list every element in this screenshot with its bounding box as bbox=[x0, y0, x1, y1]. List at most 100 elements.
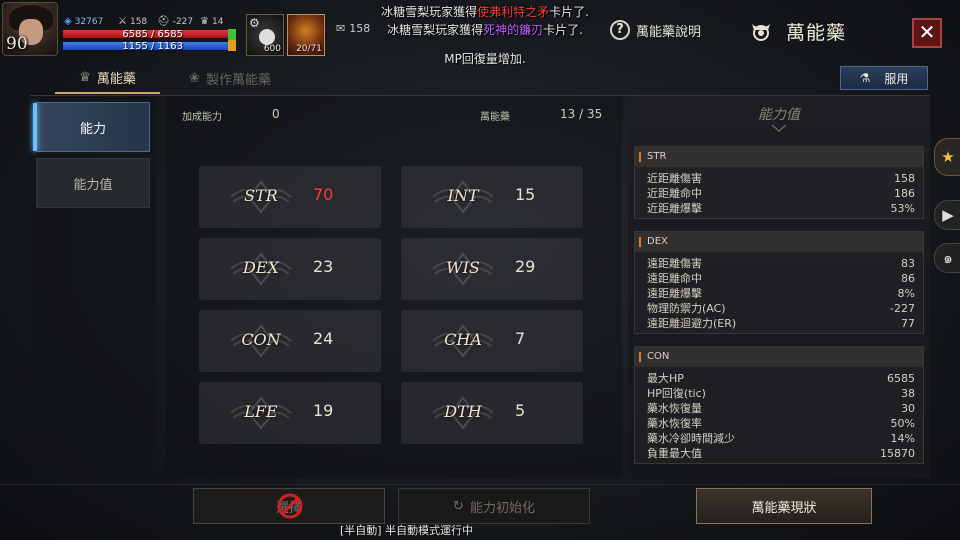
ornament-icon bbox=[772, 124, 786, 132]
stat-row-value: 50% bbox=[890, 417, 915, 430]
gear-icon[interactable]: ⚙ bbox=[249, 16, 260, 30]
favorite-star-icon[interactable]: ★ bbox=[934, 138, 960, 176]
character-level: 90 bbox=[6, 34, 28, 54]
stat-row-value: 77 bbox=[901, 317, 915, 330]
stats-detail-title: 能力值 bbox=[758, 107, 800, 123]
reset-ability-button[interactable]: ↻ 能力初始化 bbox=[398, 488, 590, 524]
trophy-value: 14 bbox=[211, 16, 224, 27]
hp-bar: 6585 / 6585 bbox=[62, 29, 234, 40]
sword-icon: ⚔ bbox=[118, 16, 127, 27]
section-heading: STR bbox=[635, 147, 923, 167]
stat-value: 5 bbox=[515, 401, 526, 420]
flask-icon: ⚗ bbox=[859, 71, 871, 85]
stat-row: 物理防禦力(AC) -227 bbox=[647, 301, 915, 316]
quick-slot-potion[interactable]: ⚙ 600 bbox=[246, 14, 284, 56]
stat-row-label: 遠距離命中 bbox=[647, 272, 702, 285]
stat-name: WIS bbox=[446, 258, 480, 277]
stat-card-cha[interactable]: CHA 7 bbox=[401, 310, 583, 372]
slot1-count: 600 bbox=[263, 44, 281, 54]
stat-row-value: 15870 bbox=[880, 447, 915, 460]
tab-elixir-label: 萬能藥 bbox=[96, 71, 136, 87]
elixir-crest-icon bbox=[752, 24, 770, 41]
trophy-icon: ♛ bbox=[200, 16, 209, 27]
stat-row: 負重最大值 15870 bbox=[647, 446, 915, 461]
stat-row-value: 83 bbox=[901, 257, 915, 270]
defense-stat: ⛑ -227 bbox=[157, 16, 193, 27]
attack-stat: ⚔ 158 bbox=[118, 16, 147, 27]
combat-power-icon: ◈ bbox=[64, 16, 72, 27]
elixir-status-button[interactable]: 萬能藥現狀 bbox=[696, 488, 872, 524]
stat-value: 24 bbox=[313, 329, 334, 348]
stat-card-dex[interactable]: DEX 23 bbox=[199, 238, 381, 300]
prohibited-icon bbox=[277, 493, 303, 519]
stat-row-value: 30 bbox=[901, 402, 915, 415]
stat-row-label: 最大HP bbox=[647, 372, 684, 385]
stat-value: 70 bbox=[313, 185, 334, 204]
attack-value: 158 bbox=[129, 16, 148, 27]
stat-card-con[interactable]: CON 24 bbox=[199, 310, 381, 372]
stat-row-value: 186 bbox=[894, 187, 915, 200]
stat-row-label: 遠距離爆擊 bbox=[647, 287, 702, 300]
stat-card-str[interactable]: STR 70 bbox=[199, 166, 381, 228]
close-icon: ✕ bbox=[918, 20, 936, 44]
stat-section-dex: DEX 遠距離傷害 83 遠距離命中 86 遠距離爆擊 8% 物理防禦力(AC) -227 遠距離… bbox=[634, 231, 924, 334]
stat-value: 19 bbox=[313, 401, 334, 420]
sidebar-item-values[interactable]: 能力值 bbox=[36, 158, 150, 208]
sidebar-item-label: 能力值 bbox=[73, 177, 113, 193]
help-button[interactable]: ? 萬能藥說明 bbox=[610, 20, 701, 40]
stat-row-value: 86 bbox=[901, 272, 915, 285]
stat-row-value: 53% bbox=[890, 202, 915, 215]
stat-card-lfe[interactable]: LFE 19 bbox=[199, 382, 381, 444]
use-button[interactable]: ⚗ 服用 bbox=[840, 66, 928, 90]
stat-row: 藥水恢復量 30 bbox=[647, 401, 915, 416]
slot2-count: 20/71 bbox=[296, 44, 322, 54]
active-indicator bbox=[33, 103, 37, 151]
stat-section-con: CON 最大HP 6585 HP回復(tic) 38 藥水恢復量 30 藥水恢復率 50% 藥水冷… bbox=[634, 346, 924, 464]
defense-value: -227 bbox=[172, 16, 194, 27]
stat-row: 遠距離命中 86 bbox=[647, 271, 915, 286]
stat-name: INT bbox=[447, 186, 479, 205]
stat-row-value: -227 bbox=[890, 302, 915, 315]
potion-icon bbox=[259, 29, 275, 45]
stat-row-value: 158 bbox=[894, 172, 915, 185]
stat-name: DEX bbox=[243, 258, 279, 277]
stat-row-label: 藥水恢復率 bbox=[647, 417, 702, 430]
stat-row: 最大HP 6585 bbox=[647, 371, 915, 386]
stat-row-value: 14% bbox=[890, 432, 915, 445]
chat-log: 冰糖雪梨玩家獲得使弗利特之矛卡片了. 冰糖雪梨玩家獲得死神的鐮刃卡片了. bbox=[325, 0, 645, 42]
stat-row-label: 近距離傷害 bbox=[647, 172, 702, 185]
stat-row-label: 遠距離迴避力(ER) bbox=[647, 317, 737, 330]
tab-craft-label: 製作萬能藥 bbox=[205, 72, 271, 88]
use-label: 服用 bbox=[884, 71, 909, 86]
stat-value: 7 bbox=[515, 329, 526, 348]
stat-row: 近距離爆擊 53% bbox=[647, 201, 915, 216]
stat-value: 29 bbox=[515, 257, 536, 276]
tab-craft-elixir[interactable]: ❀ 製作萬能藥 bbox=[170, 62, 290, 94]
swirl-icon[interactable]: ๑ bbox=[934, 243, 960, 273]
stat-row-label: 負重最大值 bbox=[647, 447, 702, 460]
stat-row-label: 藥水恢復量 bbox=[647, 402, 702, 415]
stat-section-str: STR 近距離傷害 158 近距離命中 186 近距離爆擊 53% bbox=[634, 146, 924, 219]
stat-row-label: 近距離爆擊 bbox=[647, 202, 702, 215]
combat-power: ◈ 32767 bbox=[64, 16, 103, 27]
sidebar: 能力 能力值 bbox=[30, 96, 156, 478]
stat-row-label: 遠距離傷害 bbox=[647, 257, 702, 270]
sidebar-item-ability[interactable]: 能力 bbox=[33, 102, 150, 152]
exp-indicator bbox=[228, 29, 236, 51]
stat-card-wis[interactable]: WIS 29 bbox=[401, 238, 583, 300]
stat-row: 藥水恢復率 50% bbox=[647, 416, 915, 431]
chat-line-2: 冰糖雪梨玩家獲得死神的鐮刃卡片了. bbox=[387, 23, 583, 37]
play-icon[interactable]: ▶ bbox=[934, 200, 960, 230]
reset-label: 能力初始化 bbox=[469, 500, 535, 516]
close-button[interactable]: ✕ bbox=[912, 18, 942, 48]
stat-card-int[interactable]: INT 15 bbox=[401, 166, 583, 228]
stat-value: 23 bbox=[313, 257, 334, 276]
section-heading: CON bbox=[635, 347, 923, 367]
stat-row-label: 物理防禦力(AC) bbox=[647, 302, 726, 315]
stat-row-value: 38 bbox=[901, 387, 915, 400]
stat-card-dth[interactable]: DTH 5 bbox=[401, 382, 583, 444]
stat-row: HP回復(tic) 38 bbox=[647, 386, 915, 401]
tab-elixir[interactable]: ♕ 萬能藥 bbox=[55, 62, 160, 94]
top-hud: 90 ◈ 32767 ⚔ 158 ⛑ -227 ♛ 14 6585 / 6585… bbox=[0, 0, 960, 66]
quick-slot-item[interactable]: 20/71 bbox=[287, 14, 325, 56]
